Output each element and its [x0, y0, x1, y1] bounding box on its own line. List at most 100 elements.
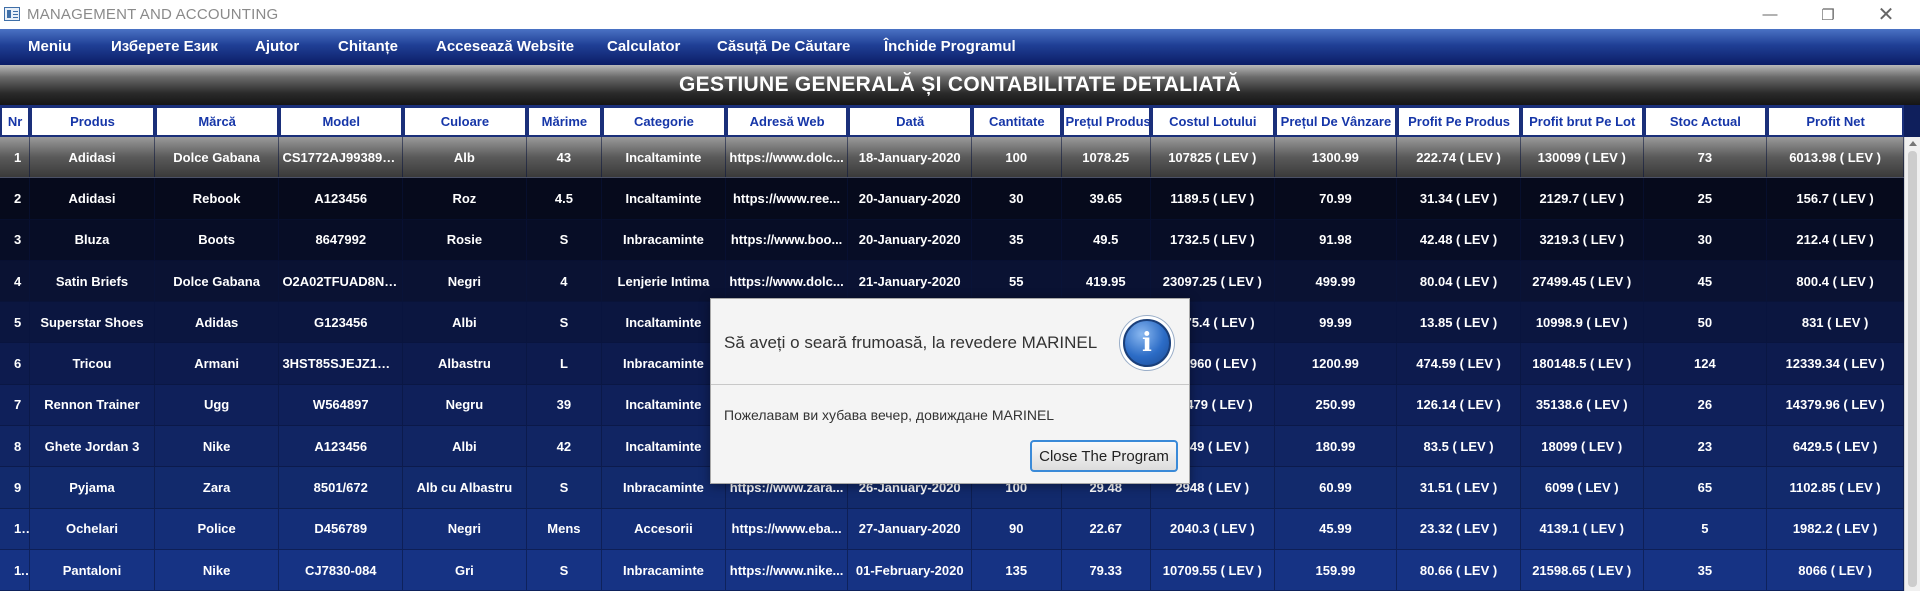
table-row[interactable]: 10 Ochelari Police D456789 Negri Mens Accesori…: [0, 508, 1904, 550]
table-cell: Adidasi: [30, 178, 155, 220]
table-cell: 156.7 ( LEV ): [1767, 178, 1904, 220]
column-header[interactable]: Adresă Web: [725, 105, 849, 137]
table-cell: Zara: [154, 467, 280, 509]
column-header[interactable]: Profit brut Pe Lot: [1520, 105, 1644, 137]
information-icon: i: [1123, 319, 1171, 367]
column-header[interactable]: Categorie: [602, 105, 726, 137]
table-row[interactable]: 11 Pantaloni Nike CJ7830-084 Gri S Inbracamint…: [0, 549, 1904, 591]
vertical-scrollbar[interactable]: [1904, 137, 1920, 591]
table-cell: 159.99: [1274, 549, 1398, 591]
table-cell: 25: [1643, 178, 1768, 220]
table-cell: Gri: [403, 549, 527, 591]
table-cell: Police: [154, 508, 280, 550]
menu-item-language[interactable]: Изберете Език: [111, 38, 218, 55]
table-cell: 90: [972, 508, 1062, 550]
column-header[interactable]: Mărcă: [154, 105, 280, 137]
table-cell: https://www.boo...: [725, 219, 849, 261]
column-header[interactable]: Costul Lotului: [1150, 105, 1275, 137]
table-cell: https://www.dolc...: [725, 137, 849, 179]
table-row[interactable]: 3 Bluza Boots 8647992 Rosie S Inbracaminte http…: [0, 219, 1904, 261]
table-cell: 8501/672: [279, 467, 404, 509]
table-cell: 1: [0, 137, 31, 179]
table-cell: 42: [526, 426, 603, 468]
column-header[interactable]: Profit Pe Produs: [1397, 105, 1521, 137]
table-cell: 419.95: [1061, 260, 1151, 303]
table-cell: 21-January-2020: [848, 260, 973, 303]
table-cell: 180.99: [1274, 426, 1398, 468]
app-icon: [4, 7, 20, 21]
menu-item-search[interactable]: Căsuță De Căutare: [717, 38, 850, 55]
table-cell: 55: [972, 260, 1062, 303]
table-cell: Dolce Gabana: [154, 260, 280, 303]
column-header[interactable]: Model: [279, 105, 404, 137]
table-cell: 22.67: [1061, 508, 1151, 550]
table-cell: 5: [0, 302, 31, 344]
table-cell: 250.99: [1274, 384, 1398, 427]
menu-item-help[interactable]: Ajutor: [255, 38, 299, 55]
table-cell: Superstar Shoes: [30, 302, 155, 344]
table-cell: 1200.99: [1274, 343, 1398, 385]
table-cell: 60.99: [1274, 467, 1398, 509]
column-header[interactable]: Prețul Produsului: [1061, 105, 1151, 137]
column-header[interactable]: Profit Net: [1767, 105, 1904, 137]
table-cell: Nike: [154, 549, 280, 591]
minimize-button[interactable]: —: [1741, 0, 1799, 29]
table-cell: 79.33: [1061, 549, 1151, 591]
table-cell: Ochelari: [30, 508, 155, 550]
table-cell: O2A02TFUAD8N0...: [279, 260, 404, 303]
scroll-up-arrow-icon[interactable]: [1909, 141, 1917, 146]
table-cell: https://www.nike...: [725, 549, 849, 591]
column-header[interactable]: Produs: [30, 105, 155, 137]
table-cell: 12339.34 ( LEV ): [1767, 343, 1904, 385]
table-cell: 1982.2 ( LEV ): [1767, 508, 1904, 550]
table-cell: Ghete Jordan 3: [30, 426, 155, 468]
column-header[interactable]: Culoare: [403, 105, 527, 137]
close-program-button[interactable]: Close The Program: [1030, 440, 1178, 472]
menu-bar: Meniu Изберете Език Ajutor Chitanțe Acce…: [0, 29, 1920, 65]
scrollbar-thumb[interactable]: [1908, 151, 1917, 587]
column-header[interactable]: Nr: [0, 105, 31, 137]
table-cell: S: [526, 302, 603, 344]
table-cell: S: [526, 467, 603, 509]
table-cell: 124: [1643, 343, 1768, 385]
table-cell: 4.5: [526, 178, 603, 220]
goodbye-dialog: Să aveți o seară frumoasă, la revedere M…: [710, 298, 1190, 484]
column-header[interactable]: Mărime: [526, 105, 603, 137]
menu-item-website[interactable]: Accesează Website: [436, 38, 574, 55]
dialog-title: Să aveți o seară frumoasă, la revedere M…: [724, 333, 1098, 352]
table-row[interactable]: 4 Satin Briefs Dolce Gabana O2A02TFUAD8N0..…: [0, 260, 1904, 303]
table-cell: 222.74 ( LEV ): [1397, 137, 1521, 179]
close-button[interactable]: ✕: [1857, 0, 1915, 29]
table-cell: 474.59 ( LEV ): [1397, 343, 1521, 385]
table-cell: Bluza: [30, 219, 155, 261]
table-cell: 3: [0, 219, 31, 261]
table-cell: Alb: [403, 137, 527, 179]
menu-item-close-program[interactable]: Închide Programul: [884, 38, 1016, 55]
table-cell: 31.51 ( LEV ): [1397, 467, 1521, 509]
column-header[interactable]: Dată: [848, 105, 973, 137]
table-cell: 21598.65 ( LEV ): [1520, 549, 1644, 591]
table-cell: Adidasi: [30, 137, 155, 179]
table-row[interactable]: 1 Adidasi Dolce Gabana CS1772AJ99389697 Alb 4…: [0, 137, 1904, 179]
table-cell: 135: [972, 549, 1062, 591]
column-header[interactable]: Prețul De Vânzare: [1274, 105, 1398, 137]
table-cell: G123456: [279, 302, 404, 344]
table-cell: 73: [1643, 137, 1768, 179]
table-cell: Incaltaminte: [602, 426, 726, 468]
table-cell: Incaltaminte: [602, 384, 726, 427]
table-cell: 6013.98 ( LEV ): [1767, 137, 1904, 179]
menu-item-meniu[interactable]: Meniu: [28, 38, 71, 55]
table-cell: 31.34 ( LEV ): [1397, 178, 1521, 220]
column-header[interactable]: Cantitate: [972, 105, 1062, 137]
table-cell: D456789: [279, 508, 404, 550]
table-cell: 11: [0, 549, 31, 591]
menu-item-receipts[interactable]: Chitanțe: [338, 38, 398, 55]
column-header[interactable]: Stoc Actual: [1643, 105, 1768, 137]
table-cell: 10709.55 ( LEV ): [1150, 549, 1275, 591]
table-row[interactable]: 2 Adidasi Rebook A123456 Roz 4.5 Incaltaminte h…: [0, 178, 1904, 220]
table-cell: Inbracaminte: [602, 343, 726, 385]
table-cell: 100: [972, 137, 1062, 179]
table-cell: 8066 ( LEV ): [1767, 549, 1904, 591]
menu-item-calculator[interactable]: Calculator: [607, 38, 680, 55]
maximize-button[interactable]: ❐: [1799, 0, 1857, 29]
